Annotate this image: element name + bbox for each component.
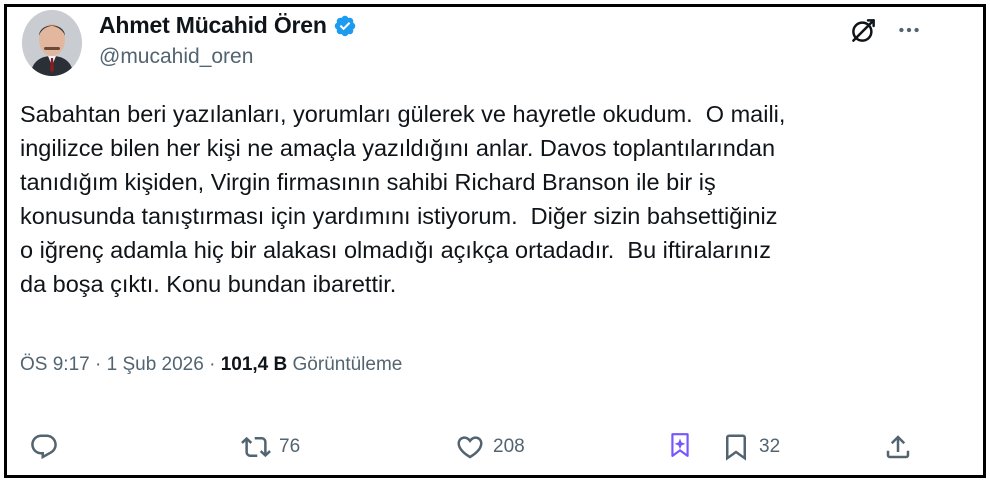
views-count: 101,4 B <box>220 354 288 375</box>
meta-separator: · <box>89 354 107 375</box>
tweet-time[interactable]: ÖS 9:17 <box>20 354 90 376</box>
bookmark-icon <box>726 434 746 461</box>
avatar[interactable] <box>22 10 82 76</box>
author-name[interactable]: Ahmet Mücahid Ören <box>99 12 327 39</box>
tweet-meta: ÖS 9:17 · 1 Şub 2026 · 101,4 B Görüntüle… <box>20 354 402 376</box>
tweet-card: Ahmet Mücahid Ören @mucahid_oren Sabahta… <box>4 4 986 478</box>
more-icon[interactable] <box>895 17 923 43</box>
grok-sparkle-icon <box>671 433 689 457</box>
tweet-date[interactable]: 1 Şub 2026 <box>107 354 204 376</box>
retweet-button[interactable]: 76 <box>241 432 300 462</box>
tweet-text: Sabahtan beri yazılanları, yorumları gül… <box>20 101 786 297</box>
like-count: 208 <box>493 436 525 457</box>
retweet-count: 76 <box>279 436 301 457</box>
author-handle[interactable]: @mucahid_oren <box>99 45 253 69</box>
avatar-photo <box>22 10 82 76</box>
share-icon <box>886 435 910 459</box>
meta-separator: · <box>203 354 221 375</box>
grok-icon[interactable] <box>850 17 877 44</box>
bookmark-count: 32 <box>759 436 781 457</box>
reply-icon <box>31 434 57 460</box>
views-label: Görüntüleme <box>287 354 403 375</box>
verified-badge-icon <box>334 15 355 36</box>
share-button[interactable] <box>883 432 913 462</box>
heart-icon <box>457 436 483 459</box>
like-button[interactable]: 208 <box>455 432 525 462</box>
grok-bookmark-button[interactable] <box>667 432 693 458</box>
author-name-row[interactable]: Ahmet Mücahid Ören <box>99 12 357 39</box>
bookmark-button[interactable]: 32 <box>721 432 780 462</box>
reply-button[interactable] <box>29 432 67 462</box>
retweet-icon <box>241 436 271 458</box>
